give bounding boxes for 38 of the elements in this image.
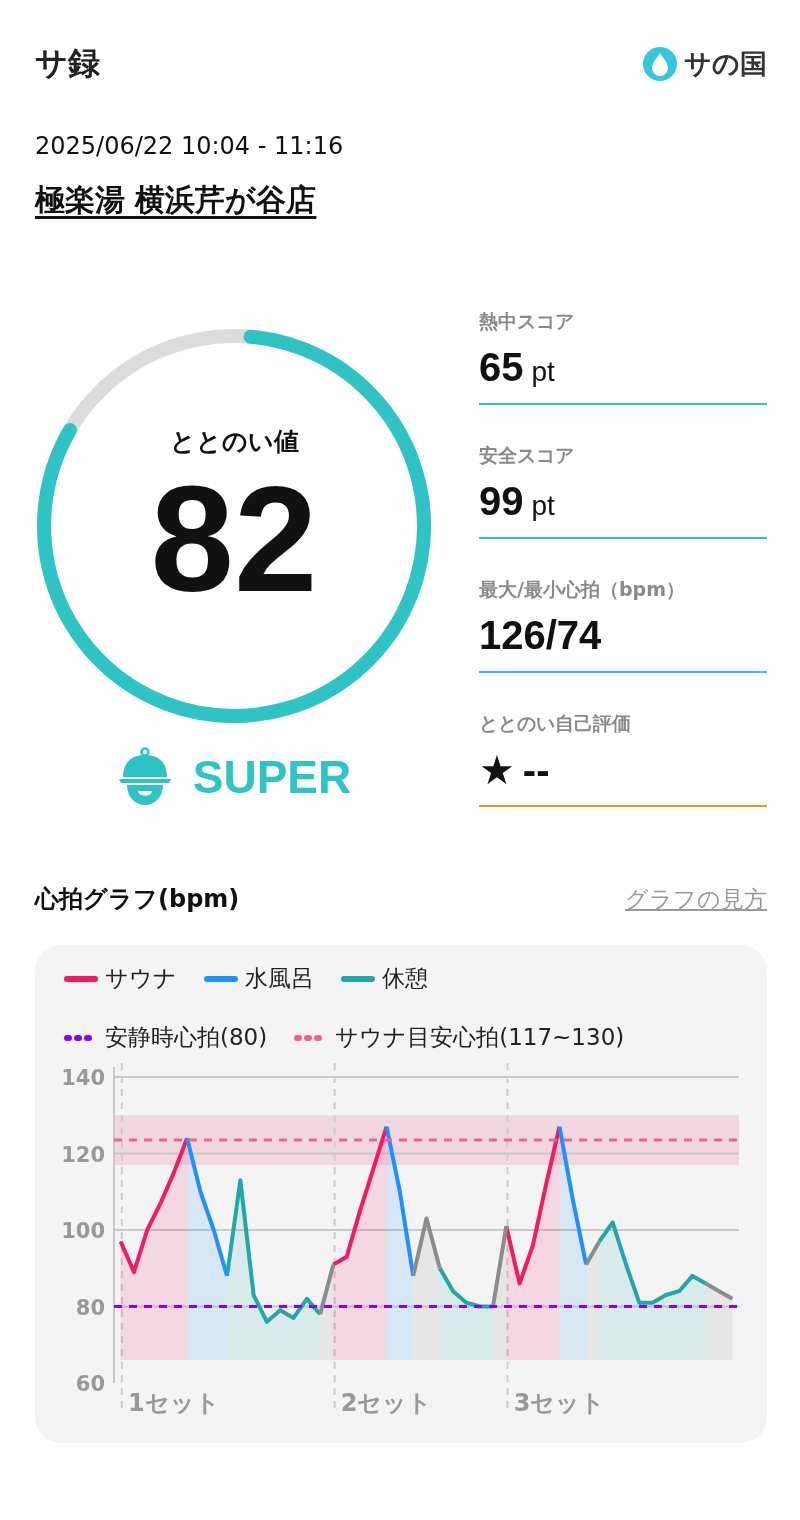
venue-name: 極楽湯 横浜芹が谷店: [35, 181, 317, 219]
legend-line-icon: [63, 974, 99, 983]
graph-title: 心拍グラフ(bpm): [35, 884, 240, 915]
score-label: ととのい値: [169, 425, 299, 458]
page-title: サ録: [35, 43, 100, 84]
stat-value: 126/74: [479, 613, 602, 658]
legend-line-icon: [203, 974, 239, 983]
stat-unit: pt: [531, 356, 555, 388]
y-tick-label: 100: [61, 1219, 105, 1243]
stat-value: --: [522, 748, 550, 793]
legend-label: 休憩: [382, 964, 428, 993]
stat-value: 99: [479, 479, 524, 524]
helmet-face-icon: [116, 747, 173, 807]
set-label: 2セット: [340, 1389, 433, 1417]
stat-unit: pt: [531, 490, 555, 522]
y-tick-label: 140: [61, 1066, 105, 1090]
set-label: 1セット: [128, 1389, 220, 1417]
logo-text: サの国: [684, 47, 767, 81]
y-tick-label: 120: [61, 1142, 105, 1167]
legend-label: 安静時心拍(80): [105, 1023, 268, 1052]
stat-label: 最大/最小心拍（bpm）: [479, 577, 686, 602]
y-tick-label: 80: [75, 1295, 105, 1320]
stat-label: 熱中スコア: [479, 309, 575, 334]
y-tick-label: 60: [75, 1372, 105, 1396]
set-label: 3セット: [513, 1389, 606, 1417]
legend-label: 水風呂: [245, 964, 314, 993]
stat-label: 安全スコア: [479, 443, 575, 468]
stat-label: ととのい自己評価: [479, 711, 632, 736]
stat-value: 65: [479, 345, 524, 390]
legend-line-icon: [340, 974, 376, 983]
rank-text: SUPER: [192, 750, 352, 804]
score-value: 82: [150, 463, 318, 614]
graph-help-link[interactable]: グラフの見方: [625, 883, 767, 915]
star-icon: ★: [479, 747, 515, 793]
drop-icon: [642, 46, 678, 82]
legend-label: サウナ: [105, 964, 177, 993]
session-datetime: 2025/06/22 10:04 - 11:16: [35, 132, 345, 160]
legend-label: サウナ目安心拍(117~130): [335, 1023, 625, 1052]
